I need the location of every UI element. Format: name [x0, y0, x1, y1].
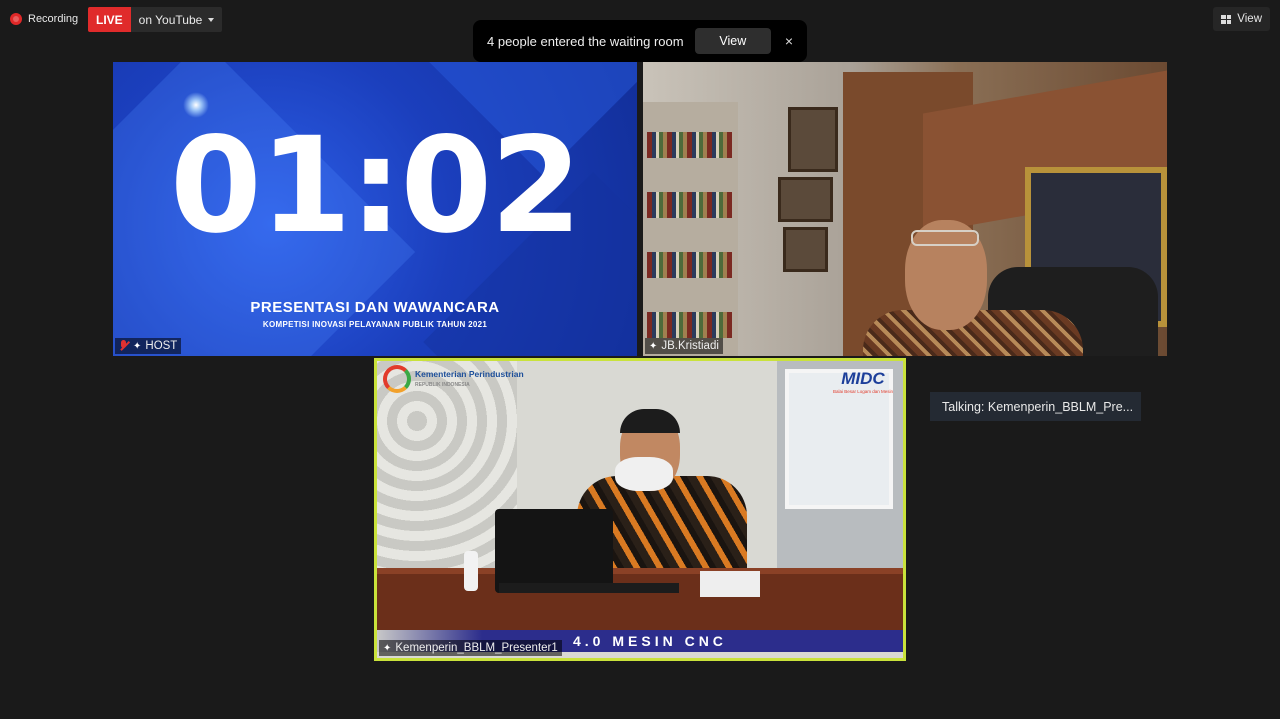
live-destination-label: on YouTube — [138, 12, 203, 27]
sanitizer-bottle — [464, 551, 478, 591]
talking-indicator: Talking: Kemenperin_BBLM_Pre... — [930, 392, 1141, 421]
picture-frame — [783, 227, 828, 272]
video-tile-presenter-active-speaker[interactable]: 4.0 MESIN CNC Kementerian Perindustrian … — [374, 358, 906, 661]
live-destination[interactable]: on YouTube — [130, 7, 223, 32]
gallery-grid-icon — [1221, 14, 1232, 24]
muted-microphone-icon — [119, 340, 129, 352]
books — [647, 132, 732, 158]
kemenperin-logo-sub: REPUBLIK INDONESIA — [415, 381, 470, 388]
face-mask — [615, 457, 673, 491]
pin-icon: ✦ — [383, 642, 392, 654]
participant-hair — [620, 409, 680, 433]
participant-name: HOST — [145, 340, 178, 352]
recording-label: Recording — [28, 13, 79, 25]
talking-text: Talking: Kemenperin_BBLM_Pre... — [942, 399, 1134, 414]
desk-box — [700, 571, 760, 597]
participant-name: Kemenperin_BBLM_Presenter1 — [395, 642, 558, 654]
countdown-timer: 01:02 — [169, 109, 582, 263]
bookshelf — [643, 102, 738, 356]
video-tile-host[interactable]: 01:02 PRESENTASI DAN WAWANCARA KOMPETISI… — [113, 62, 637, 356]
midc-logo: MIDC Balai Besar Logam dan Mesin — [831, 369, 895, 394]
close-icon[interactable]: × — [785, 33, 793, 49]
laptop-base — [499, 583, 679, 593]
kemenperin-logo-text: Kementerian Perindustrian — [415, 368, 524, 379]
picture-frame — [778, 177, 833, 222]
midc-logo-text: MIDC — [841, 369, 885, 388]
waiting-room-view-button[interactable]: View — [694, 28, 771, 54]
view-button[interactable]: View — [1213, 7, 1270, 31]
participant-name-tag: ✦ Kemenperin_BBLM_Presenter1 — [379, 640, 562, 656]
banner-text: 4.0 MESIN CNC — [573, 633, 727, 649]
waiting-room-notification: 4 people entered the waiting room View × — [473, 20, 807, 62]
laptop — [495, 509, 613, 593]
presentation-title: PRESENTASI DAN WAWANCARA — [250, 299, 500, 316]
live-badge: LIVE — [88, 7, 131, 32]
books — [647, 252, 732, 278]
participant-name: JB.Kristiadi — [661, 340, 719, 352]
books — [647, 312, 732, 338]
video-tile-jb-kristiadi[interactable]: ✦ JB.Kristiadi — [643, 62, 1167, 356]
recording-indicator[interactable]: Recording — [10, 9, 78, 29]
wall — [777, 361, 903, 591]
picture-frame — [788, 107, 838, 172]
kemenperin-logo: Kementerian Perindustrian REPUBLIK INDON… — [383, 365, 524, 393]
waiting-room-message: 4 people entered the waiting room — [487, 33, 684, 49]
caret-down-icon — [208, 17, 215, 22]
kemenperin-logo-icon — [383, 365, 411, 393]
pin-icon: ✦ — [133, 340, 142, 352]
live-stream-button[interactable]: LIVE on YouTube — [88, 7, 223, 32]
glasses — [911, 230, 979, 246]
midc-logo-sub: Balai Besar Logam dan Mesin — [832, 389, 894, 394]
participant-name-tag: ✦ HOST — [115, 338, 182, 354]
participant-name-tag: ✦ JB.Kristiadi — [645, 338, 723, 354]
pin-icon: ✦ — [649, 340, 658, 352]
presentation-subtitle: KOMPETISI INOVASI PELAYANAN PUBLIK TAHUN… — [262, 320, 488, 329]
view-label: View — [1237, 13, 1262, 25]
books — [647, 192, 732, 218]
record-icon — [10, 13, 22, 25]
